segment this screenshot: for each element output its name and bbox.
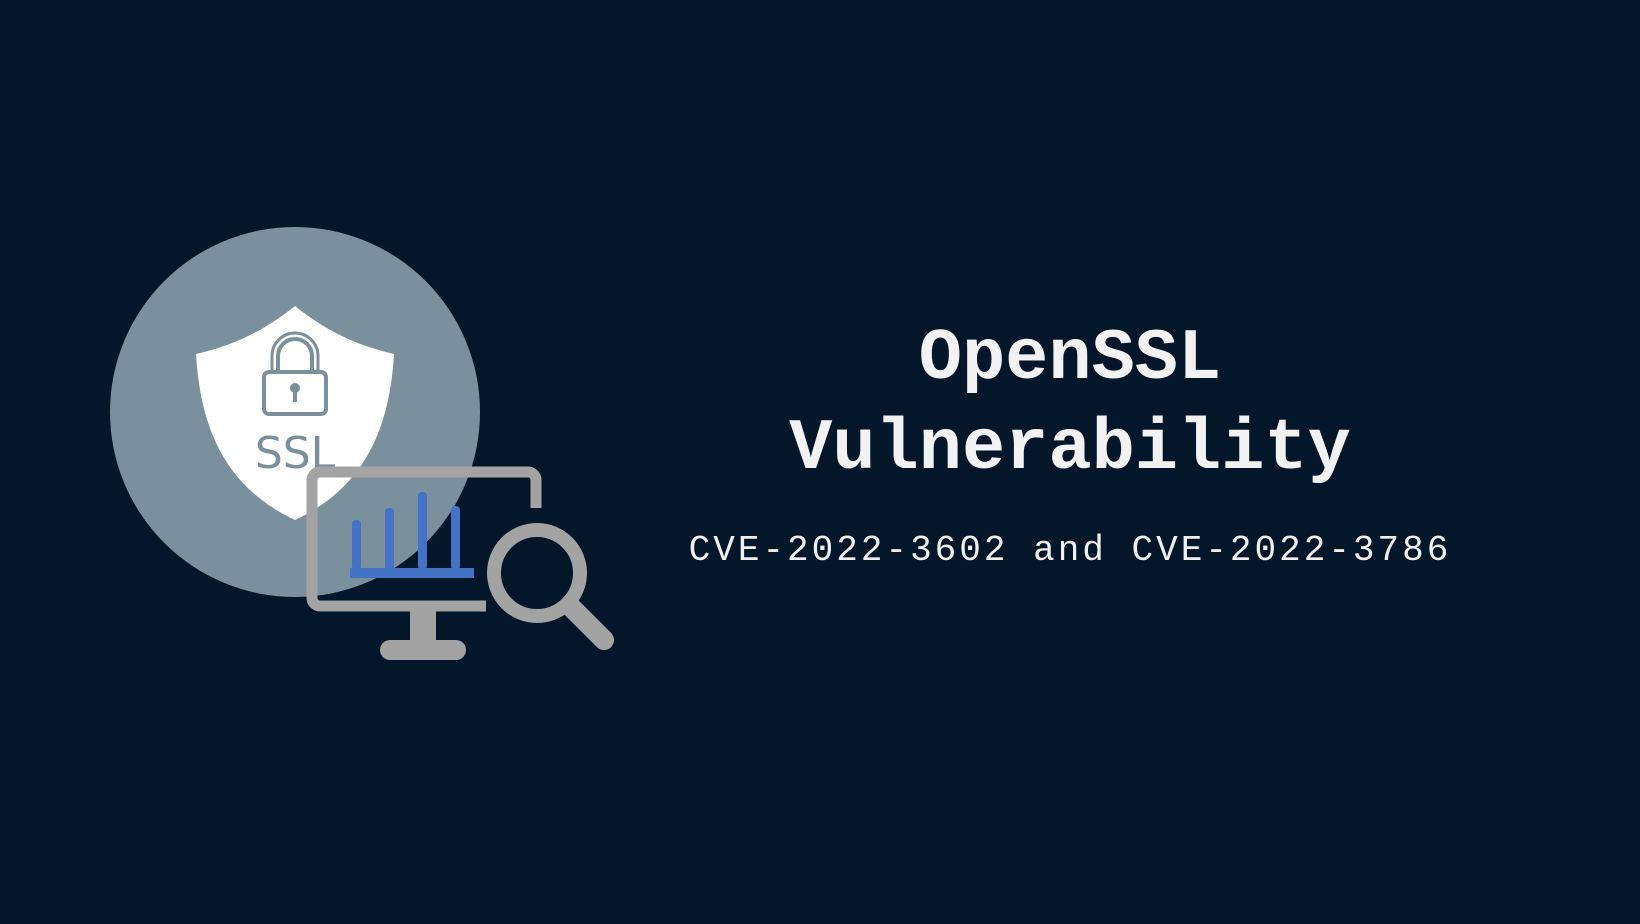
cve-subtitle: CVE-2022-3602 and CVE-2022-3786 <box>688 530 1452 571</box>
banner-text: OpenSSL Vulnerability CVE-2022-3602 and … <box>620 314 1520 571</box>
magnifier-icon <box>487 523 614 650</box>
page-title: OpenSSL Vulnerability <box>789 318 1351 490</box>
